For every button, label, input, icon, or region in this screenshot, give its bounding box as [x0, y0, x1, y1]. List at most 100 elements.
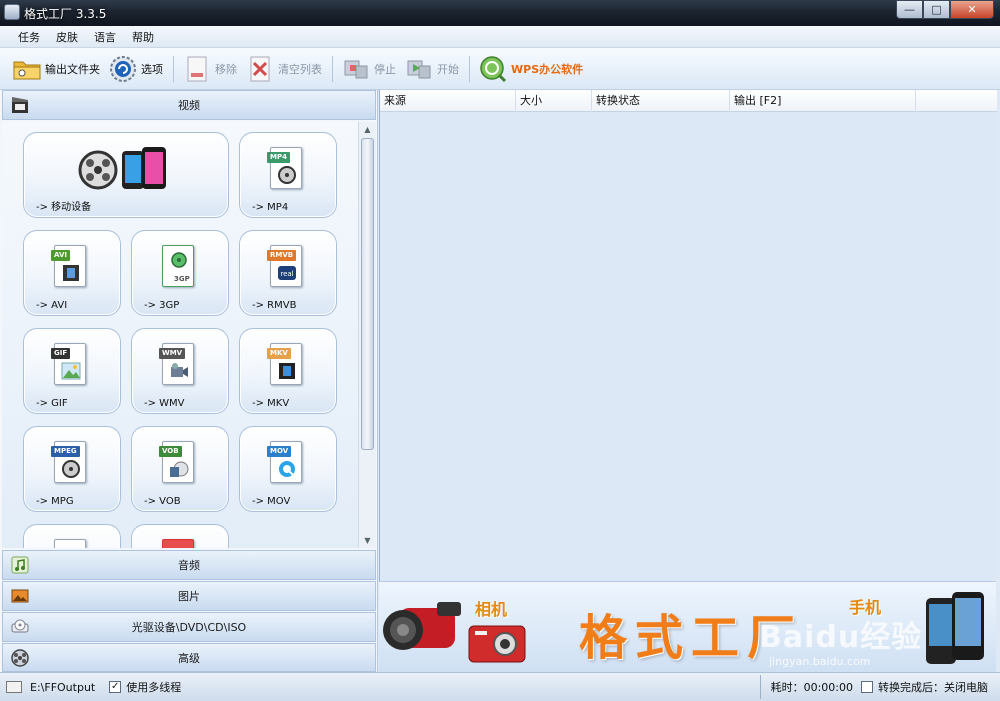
toolbar: 输出文件夹 选项 移除 清空列表 停止 开始 WPS办公软件: [0, 48, 1000, 90]
mobile-device-icon: [78, 143, 174, 193]
file-icon: RMVB real: [267, 245, 302, 287]
multithread-label: 使用多线程: [126, 681, 182, 694]
menu-task[interactable]: 任务: [10, 29, 48, 45]
title-bar: 格式工厂 3.3.5 — □ ✕: [0, 0, 1000, 26]
remove-icon: [182, 54, 212, 84]
app-icon: [4, 4, 20, 20]
format-tile-3gp[interactable]: 3GP -> 3GP: [131, 230, 229, 316]
after-convert-checkbox[interactable]: [861, 681, 873, 693]
file-icon: VOB: [159, 441, 194, 483]
folder-icon: [12, 54, 42, 84]
format-label: -> 3GP: [144, 300, 180, 311]
format-tile-mov[interactable]: MOV -> MOV: [239, 426, 337, 512]
category-image-header[interactable]: 图片: [2, 581, 376, 611]
menu-skin[interactable]: 皮肤: [48, 29, 86, 45]
column-status[interactable]: 转换状态: [592, 90, 730, 112]
file-tag: AVI: [51, 250, 70, 261]
format-tile-avi[interactable]: AVI -> AVI: [23, 230, 121, 316]
category-advanced-label: 高级: [178, 651, 200, 665]
format-label: -> RMVB: [252, 300, 297, 311]
format-tile-partial[interactable]: [23, 524, 121, 548]
menu-help[interactable]: 帮助: [124, 29, 162, 45]
elapsed-time: 耗时：00:00:00: [770, 681, 853, 694]
wps-globe-icon: [478, 54, 508, 84]
category-optical-header[interactable]: 光驱设备\DVD\CD\ISO: [2, 612, 376, 642]
remove-button[interactable]: 移除: [182, 52, 237, 86]
baidu-watermark-url: jingyan.baidu.com: [769, 655, 871, 668]
format-tile-wmv[interactable]: WMV -> WMV: [131, 328, 229, 414]
scroll-down-icon[interactable]: ▼: [361, 534, 374, 547]
toolbar-separator: [173, 55, 174, 82]
digital-camera-icon: [468, 625, 526, 663]
category-video-header[interactable]: 视频: [2, 90, 376, 120]
file-tag: MKV: [267, 348, 291, 359]
video-scrollbar[interactable]: ▲ ▼: [358, 122, 376, 548]
category-panel: 视频 -> 移动设备 MP4 -> MP4 AVI -> AVI 3GP -> …: [0, 90, 378, 672]
category-audio-header[interactable]: 音频: [2, 550, 376, 580]
output-path[interactable]: E:\FFOutput: [30, 681, 95, 694]
clear-list-button[interactable]: 清空列表: [245, 52, 322, 86]
output-folder-icon[interactable]: [6, 681, 22, 693]
category-audio-label: 音频: [178, 559, 200, 572]
stop-label: 停止: [374, 62, 396, 76]
status-left: E:\FFOutput ✓ 使用多线程: [6, 679, 181, 695]
mp4-file-icon: MP4: [267, 147, 306, 191]
format-tile-vob[interactable]: VOB -> VOB: [131, 426, 229, 512]
scroll-thumb[interactable]: [361, 138, 374, 450]
menu-language[interactable]: 语言: [86, 29, 124, 45]
toolbar-separator: [332, 55, 333, 82]
start-button[interactable]: 开始: [404, 52, 459, 86]
after-convert-label: 转换完成后：关闭电脑: [878, 681, 988, 694]
maximize-button[interactable]: □: [923, 0, 950, 19]
format-tile-partial[interactable]: [131, 524, 229, 548]
file-tag: GIF: [51, 348, 71, 359]
remove-label: 移除: [215, 62, 237, 76]
file-icon: [54, 539, 86, 548]
file-tag: RMVB: [267, 250, 297, 261]
column-source[interactable]: 来源: [380, 90, 516, 112]
category-advanced-header[interactable]: 高级: [2, 643, 376, 672]
column-output[interactable]: 输出 [F2]: [730, 90, 916, 112]
svg-text:real: real: [280, 270, 293, 278]
mkv-file-icon: MKV: [267, 343, 306, 387]
options-button[interactable]: 选项: [108, 52, 163, 86]
phones-icon: [926, 592, 984, 664]
camcorder-icon: [383, 602, 461, 650]
stop-button[interactable]: 停止: [341, 52, 396, 86]
task-list-header: 来源 大小 转换状态 输出 [F2]: [380, 90, 997, 112]
baidu-watermark: Baidu经验: [759, 620, 923, 655]
format-tile-mpg[interactable]: MPEG -> MPG: [23, 426, 121, 512]
task-list[interactable]: 来源 大小 转换状态 输出 [F2]: [379, 90, 997, 581]
status-divider: [760, 675, 761, 699]
gif-file-icon: GIF: [51, 343, 90, 387]
file-icon: MOV: [267, 441, 302, 483]
multithread-checkbox[interactable]: ✓: [109, 681, 122, 693]
avi-file-icon: AVI: [51, 245, 90, 289]
file-icon: 3GP: [162, 245, 194, 287]
file-tag: VOB: [159, 446, 182, 457]
format-tile-rmvb[interactable]: RMVB real -> RMVB: [239, 230, 337, 316]
camera-label: 相机: [475, 600, 508, 619]
minimize-button[interactable]: —: [896, 0, 923, 19]
scroll-up-icon[interactable]: ▲: [361, 123, 374, 136]
format-label: -> MOV: [252, 496, 291, 507]
format-tile-mkv[interactable]: MKV -> MKV: [239, 328, 337, 414]
close-button[interactable]: ✕: [950, 0, 994, 19]
output-folder-button[interactable]: 输出文件夹: [12, 52, 100, 86]
wps-office-button[interactable]: WPS办公软件: [478, 52, 583, 86]
window-title: 格式工厂 3.3.5: [24, 7, 107, 21]
column-size[interactable]: 大小: [516, 90, 592, 112]
file-icon: WMV: [159, 343, 194, 385]
category-image-label: 图片: [178, 590, 200, 603]
format-label: -> 移动设备: [36, 202, 92, 213]
status-bar: E:\FFOutput ✓ 使用多线程 耗时：00:00:00 转换完成后：关闭…: [0, 672, 1000, 701]
clear-list-label: 清空列表: [278, 62, 322, 76]
format-tile-mp4[interactable]: MP4 -> MP4: [239, 132, 337, 218]
format-label: -> GIF: [36, 398, 68, 409]
promo-banner[interactable]: 相机 格式工厂 手机 Baidu经验 jingyan.baidu.com: [379, 581, 996, 672]
format-tile-mobile[interactable]: -> 移动设备: [23, 132, 229, 218]
status-right: 耗时：00:00:00 转换完成后：关闭电脑: [771, 679, 988, 695]
category-optical-label: 光驱设备\DVD\CD\ISO: [131, 621, 247, 634]
options-label: 选项: [141, 62, 163, 76]
format-tile-gif[interactable]: GIF -> GIF: [23, 328, 121, 414]
